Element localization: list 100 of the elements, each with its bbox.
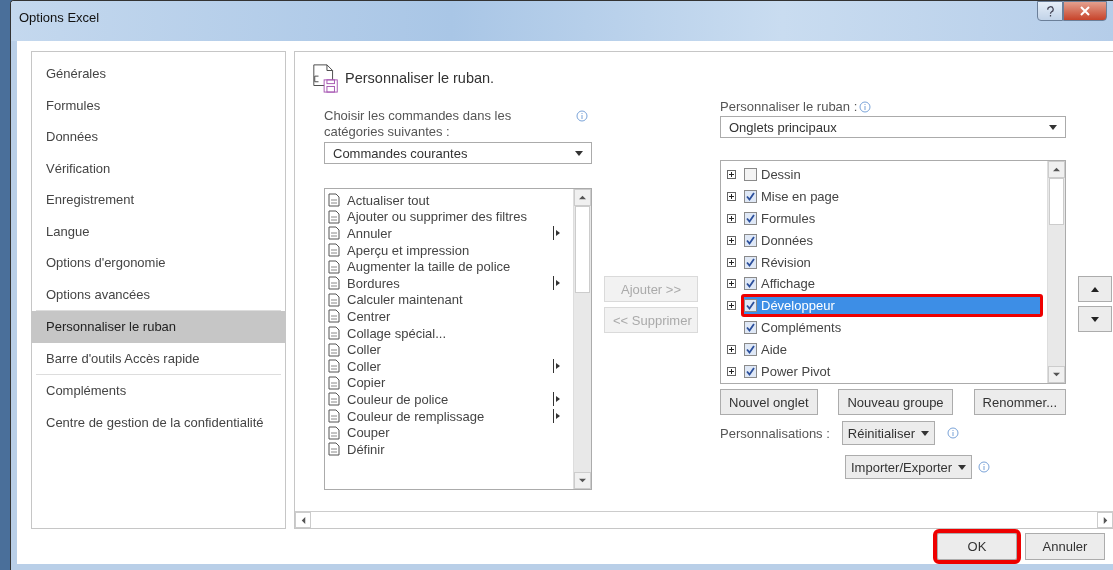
checkbox[interactable] xyxy=(744,277,757,291)
tree-item[interactable]: Dessin xyxy=(741,163,1043,187)
list-item[interactable]: Coller xyxy=(327,341,573,358)
submenu-arrow-icon xyxy=(553,226,561,241)
scrollbar[interactable] xyxy=(1047,161,1065,383)
sidebar-item[interactable]: Options avancées xyxy=(32,278,285,310)
checkbox[interactable] xyxy=(744,212,757,225)
sidebar-item[interactable]: Centre de gestion de la confidentialité xyxy=(32,406,285,438)
help-button[interactable] xyxy=(1037,1,1063,21)
list-item[interactable]: Bordures xyxy=(327,274,573,292)
command-label: Coller xyxy=(347,358,382,374)
list-item[interactable]: Collage spécial... xyxy=(327,324,573,342)
import-export-button[interactable]: Importer/Exporter xyxy=(845,455,973,479)
tree-item[interactable]: Données xyxy=(741,228,1043,252)
sidebar-item[interactable]: Générales xyxy=(32,58,285,90)
command-icon xyxy=(327,425,341,440)
sidebar-item[interactable]: Options d'ergonomie xyxy=(32,247,285,279)
list-item[interactable]: Centrer xyxy=(327,308,573,325)
checkbox[interactable] xyxy=(744,342,757,356)
scroll-thumb[interactable] xyxy=(575,206,590,293)
checkbox[interactable] xyxy=(744,255,757,269)
dropdown[interactable]: Onglets principaux xyxy=(720,116,1066,138)
command-icon xyxy=(327,226,341,241)
scrollbar[interactable] xyxy=(573,189,591,489)
sidebar-item[interactable]: Barre d'outils Accès rapide xyxy=(32,342,285,374)
list-item[interactable]: Couleur de police xyxy=(327,391,573,408)
command-icon xyxy=(327,309,341,324)
tree-item[interactable]: Révision xyxy=(741,250,1043,274)
expand-icon[interactable] xyxy=(727,344,736,354)
list-item[interactable]: Augmenter la taille de police xyxy=(327,258,573,275)
command-icon xyxy=(327,359,341,374)
tab-action-button[interactable]: Renommer... xyxy=(973,389,1066,415)
expand-icon[interactable] xyxy=(727,170,736,180)
close-button[interactable] xyxy=(1063,1,1107,21)
sidebar-item[interactable]: Compléments xyxy=(32,375,285,407)
tree-item[interactable]: Affichage xyxy=(741,272,1043,296)
sidebar-item[interactable]: Enregistrement xyxy=(32,184,285,216)
list-item[interactable]: Définir xyxy=(327,440,573,458)
tree-item[interactable]: Power Pivot xyxy=(741,359,1043,383)
info-icon xyxy=(978,461,991,473)
list-item[interactable]: Couleur de remplissage xyxy=(327,407,573,425)
scrollbar[interactable] xyxy=(295,511,1113,528)
list-item[interactable]: Aperçu et impression xyxy=(327,241,573,259)
command-label: Définir xyxy=(347,441,386,457)
command-label: Ajouter ou supprimer des filtres xyxy=(347,209,528,225)
info-icon xyxy=(859,101,872,113)
tree-item[interactable]: Formules xyxy=(741,207,1043,230)
command-label: Couper xyxy=(347,425,391,441)
expand-icon[interactable] xyxy=(727,214,736,223)
checkbox[interactable] xyxy=(744,321,757,334)
expand-icon[interactable] xyxy=(727,301,736,311)
tree-item[interactable]: Mise en page xyxy=(741,185,1043,209)
tree-item[interactable]: Aide xyxy=(741,337,1043,361)
checkbox[interactable] xyxy=(744,168,757,182)
command-icon xyxy=(327,392,341,407)
command-label: Annuler xyxy=(347,226,393,241)
sidebar-item[interactable]: Langue xyxy=(32,215,285,247)
sidebar-item[interactable]: Formules xyxy=(32,89,285,121)
reset-button[interactable]: Réinitialiser xyxy=(841,421,936,445)
list-item[interactable]: Couper xyxy=(327,424,573,441)
down-arrow-icon xyxy=(1091,316,1099,322)
command-icon xyxy=(327,342,341,357)
expand-icon[interactable] xyxy=(727,192,736,202)
sidebar-item[interactable]: Personnaliser le ruban xyxy=(32,311,285,343)
caret-icon xyxy=(575,150,583,156)
close-icon xyxy=(1080,6,1090,16)
list-item[interactable]: Ajouter ou supprimer des filtres xyxy=(327,208,573,226)
up-arrow-icon xyxy=(579,194,586,201)
checkbox[interactable] xyxy=(744,364,757,378)
command-icon xyxy=(327,209,341,224)
checkbox[interactable] xyxy=(744,299,757,313)
command-label: Collage spécial... xyxy=(347,325,447,341)
move-down-button[interactable] xyxy=(1078,306,1112,332)
list-item[interactable]: Copier xyxy=(327,374,573,392)
list-item[interactable]: Annuler xyxy=(327,225,573,242)
expand-icon[interactable] xyxy=(727,366,736,376)
tree-item[interactable]: Compléments xyxy=(741,316,1043,339)
cancel-button[interactable]: Annuler xyxy=(1025,533,1105,560)
checkbox[interactable] xyxy=(744,190,757,204)
down-arrow-icon xyxy=(579,477,586,484)
sidebar-item[interactable]: Données xyxy=(32,121,285,153)
up-arrow-icon xyxy=(1091,286,1099,292)
tab-action-button[interactable]: Nouveau groupe xyxy=(838,389,953,415)
field-label: Personnalisations : xyxy=(720,425,830,441)
command-icon xyxy=(327,276,341,291)
window-title: Options Excel xyxy=(18,9,101,27)
expand-icon[interactable] xyxy=(727,279,736,289)
expand-icon[interactable] xyxy=(727,257,736,267)
list-item[interactable]: Actualiser tout xyxy=(327,192,573,209)
dropdown[interactable]: Commandes courantes xyxy=(324,142,592,164)
scroll-thumb[interactable] xyxy=(1049,178,1064,225)
submenu-arrow-icon xyxy=(553,276,561,291)
move-up-button[interactable] xyxy=(1078,276,1112,302)
expand-icon[interactable] xyxy=(727,235,736,245)
checkbox[interactable] xyxy=(744,233,757,247)
list-item[interactable]: Coller xyxy=(327,357,573,375)
field-label: Personnaliser le ruban : xyxy=(720,98,858,114)
tab-action-button[interactable]: Nouvel onglet xyxy=(720,389,818,415)
list-item[interactable]: Calculer maintenant xyxy=(327,291,573,309)
sidebar-item[interactable]: Vérification xyxy=(32,152,285,184)
